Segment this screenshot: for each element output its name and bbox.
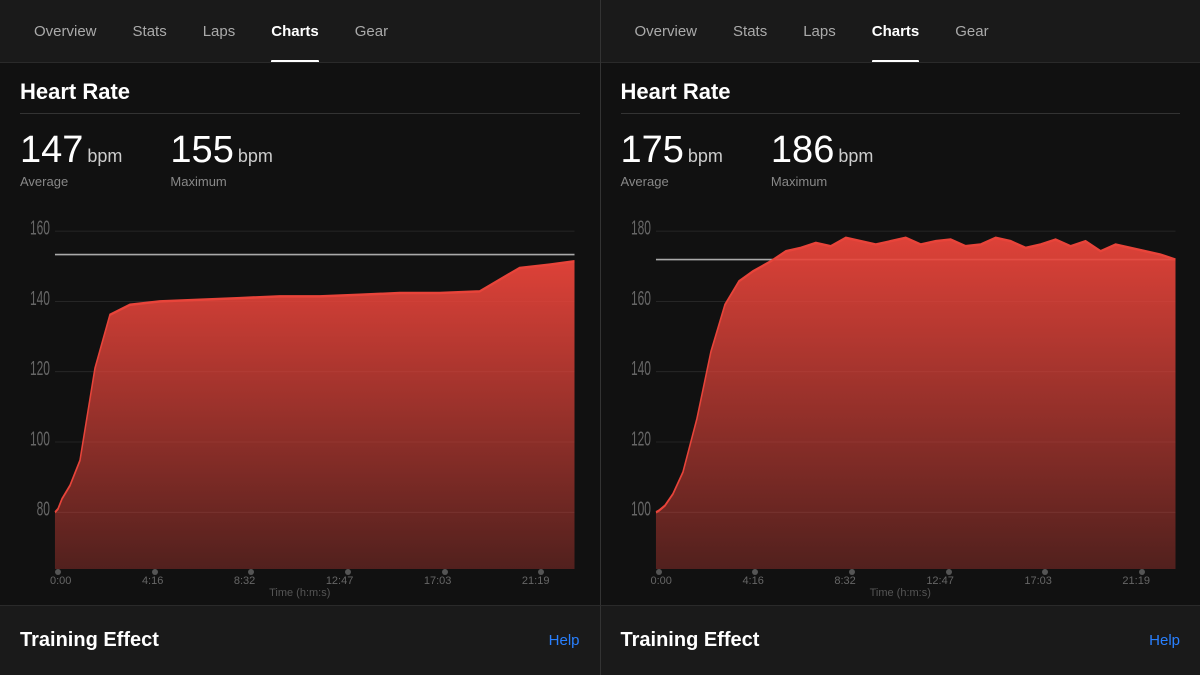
left-nav: Overview Stats Laps Charts Gear bbox=[0, 0, 600, 63]
right-average-stat: 175bpm Average bbox=[621, 130, 723, 189]
left-maximum-stat: 155bpm Maximum bbox=[170, 130, 272, 189]
right-footer-title: Training Effect bbox=[621, 629, 760, 652]
svg-text:100: 100 bbox=[630, 497, 650, 520]
right-time-axis: 0:00 4:16 8:32 12:47 17:03 21:19 bbox=[621, 575, 1181, 587]
svg-text:140: 140 bbox=[630, 357, 650, 380]
svg-text:100: 100 bbox=[30, 427, 50, 450]
right-maximum-label: Maximum bbox=[771, 174, 873, 189]
left-time-axis: 0:00 4:16 8:32 12:47 17:03 21:19 bbox=[20, 575, 580, 587]
left-chart: 160 140 120 100 80 bbox=[20, 201, 580, 569]
left-maximum-label: Maximum bbox=[170, 174, 272, 189]
left-average-value: 147bpm bbox=[20, 130, 122, 172]
tab-stats-right[interactable]: Stats bbox=[715, 0, 785, 62]
tab-overview-right[interactable]: Overview bbox=[617, 0, 716, 62]
left-footer-help[interactable]: Help bbox=[549, 632, 580, 649]
left-panel: Overview Stats Laps Charts Gear Heart Ra… bbox=[0, 0, 600, 605]
right-time-label: Time (h:m:s) bbox=[621, 587, 1181, 605]
right-average-value: 175bpm bbox=[621, 130, 723, 172]
left-maximum-value: 155bpm bbox=[170, 130, 272, 172]
tab-laps-right[interactable]: Laps bbox=[785, 0, 854, 62]
right-stats-row: 175bpm Average 186bpm Maximum bbox=[621, 130, 1181, 189]
right-divider bbox=[621, 113, 1181, 114]
svg-text:140: 140 bbox=[30, 286, 50, 309]
left-average-label: Average bbox=[20, 174, 122, 189]
right-average-label: Average bbox=[621, 174, 723, 189]
svg-text:120: 120 bbox=[30, 357, 50, 380]
left-footer-title: Training Effect bbox=[20, 629, 159, 652]
svg-text:80: 80 bbox=[37, 497, 50, 520]
tab-gear-right[interactable]: Gear bbox=[937, 0, 1006, 62]
right-footer-help[interactable]: Help bbox=[1149, 632, 1180, 649]
tab-gear-left[interactable]: Gear bbox=[337, 0, 406, 62]
right-footer: Training Effect Help bbox=[600, 605, 1200, 675]
svg-text:160: 160 bbox=[630, 286, 650, 309]
right-section-title: Heart Rate bbox=[621, 79, 1181, 105]
left-divider bbox=[20, 113, 580, 114]
right-panel: Overview Stats Laps Charts Gear Heart Ra… bbox=[600, 0, 1200, 605]
right-maximum-value: 186bpm bbox=[771, 130, 873, 172]
svg-text:160: 160 bbox=[30, 216, 50, 239]
right-chart: 180 160 140 120 100 bbox=[621, 201, 1181, 569]
right-content: Heart Rate 175bpm Average 186bpm Maximum bbox=[601, 63, 1200, 605]
left-section-title: Heart Rate bbox=[20, 79, 580, 105]
right-maximum-stat: 186bpm Maximum bbox=[771, 130, 873, 189]
svg-text:180: 180 bbox=[630, 216, 650, 239]
left-footer: Training Effect Help bbox=[0, 605, 600, 675]
left-average-stat: 147bpm Average bbox=[20, 130, 122, 189]
right-nav: Overview Stats Laps Charts Gear bbox=[601, 0, 1200, 63]
tab-overview-left[interactable]: Overview bbox=[16, 0, 115, 62]
svg-text:120: 120 bbox=[630, 427, 650, 450]
tab-charts-left[interactable]: Charts bbox=[253, 0, 337, 62]
tab-laps-left[interactable]: Laps bbox=[185, 0, 254, 62]
tab-stats-left[interactable]: Stats bbox=[115, 0, 185, 62]
bottom-row: Training Effect Help Training Effect Hel… bbox=[0, 605, 1200, 675]
left-content: Heart Rate 147bpm Average 155bpm Maximum bbox=[0, 63, 600, 605]
left-time-label: Time (h:m:s) bbox=[20, 587, 580, 605]
left-stats-row: 147bpm Average 155bpm Maximum bbox=[20, 130, 580, 189]
tab-charts-right[interactable]: Charts bbox=[854, 0, 938, 62]
